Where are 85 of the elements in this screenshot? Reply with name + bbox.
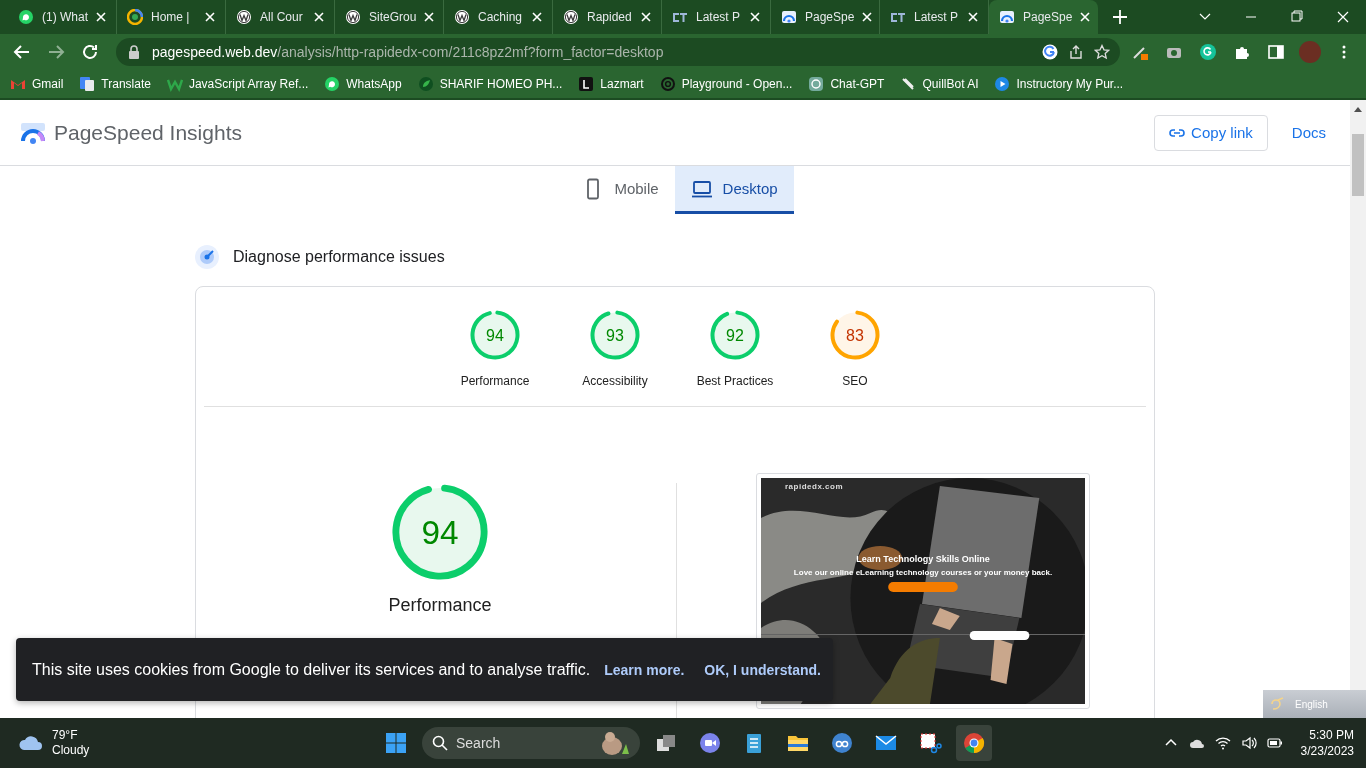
score-label: Performance xyxy=(388,595,492,616)
reload-icon[interactable] xyxy=(81,43,99,61)
zigzag-circle-icon xyxy=(563,9,579,25)
bookmark-link[interactable]: Instructory My Pur... xyxy=(1016,77,1124,91)
bookmark-link[interactable]: Translate xyxy=(101,77,151,91)
score-gauge: 94 xyxy=(391,483,489,581)
gauge-icon xyxy=(999,9,1015,25)
bookmark-link[interactable]: Lazmart xyxy=(600,77,644,91)
score-label: Performance xyxy=(460,374,530,388)
temperature: 79°F xyxy=(52,728,79,743)
close-icon[interactable] xyxy=(205,12,215,22)
score-label: Best Practices xyxy=(696,374,774,388)
zigzag-circle-icon xyxy=(236,9,252,25)
zigzag-circle-icon xyxy=(345,9,361,25)
script-glyph-icon xyxy=(1269,696,1285,712)
close-icon[interactable] xyxy=(532,12,542,22)
close-icon[interactable] xyxy=(96,12,106,22)
bookmark-link[interactable]: Gmail xyxy=(32,77,64,91)
zigzag-circle-icon xyxy=(454,9,470,25)
target-icon xyxy=(195,245,219,269)
bookmark-link[interactable]: WhatsApp xyxy=(346,77,402,91)
app-title: PageSpeed Insights xyxy=(54,120,242,145)
bookmark-link[interactable]: Chat-GPT xyxy=(830,77,885,91)
close-icon[interactable] xyxy=(750,12,760,22)
chat-bubble-icon xyxy=(18,9,34,25)
scroll-up-icon[interactable] xyxy=(1354,106,1362,112)
translate-icon xyxy=(79,76,96,92)
square-icon xyxy=(578,76,595,92)
learn-more-link[interactable]: Learn more. xyxy=(604,661,685,678)
chrome-icon[interactable] xyxy=(962,731,986,755)
play-icon xyxy=(994,76,1011,92)
device-tab[interactable]: Mobile xyxy=(566,166,675,214)
ok-button[interactable]: OK, I understand. xyxy=(698,661,821,678)
search-icon xyxy=(432,735,448,751)
score-label: Accessibility xyxy=(582,374,648,388)
score-gauge: 93 xyxy=(590,310,640,360)
site-logo: rapidedx.com xyxy=(785,482,843,491)
clock[interactable]: 5:30 PM 3/23/2023 xyxy=(1300,727,1354,759)
leaf-icon xyxy=(417,76,434,92)
google-icon[interactable] xyxy=(1042,44,1058,60)
lock-icon xyxy=(126,44,142,60)
score-gauge: 94 xyxy=(470,310,520,360)
plus-icon[interactable] xyxy=(1112,9,1128,25)
close-icon[interactable] xyxy=(314,12,324,22)
browser-tab[interactable]: PageSpe xyxy=(989,0,1098,34)
forward-arrow-icon[interactable] xyxy=(47,43,65,61)
close-icon[interactable] xyxy=(1080,12,1091,22)
share-icon[interactable] xyxy=(1068,44,1084,60)
cloud-icon xyxy=(18,733,44,753)
section-title: Diagnose performance issues xyxy=(233,248,445,266)
animal-drawing xyxy=(600,730,630,756)
score-gauge: 92 xyxy=(710,310,760,360)
back-arrow-icon[interactable] xyxy=(13,43,31,61)
bookmark-link[interactable]: QuillBot AI xyxy=(922,77,979,91)
address-bar[interactable]: pagespeed.web.dev/analysis/http-rapidedx-com/211c8pz2mf?form_factor=desktop xyxy=(116,38,1120,66)
gauge-icon xyxy=(781,9,797,25)
weather-condition: Cloudy xyxy=(52,743,90,758)
score-label: SEO xyxy=(842,374,868,388)
bookmark-link[interactable]: JavaScript Array Ref... xyxy=(188,77,309,91)
bookmark-link[interactable]: SHARIF HOMEO PH... xyxy=(439,77,563,91)
close-icon[interactable] xyxy=(641,12,651,22)
wifi-icon[interactable] xyxy=(1214,735,1231,751)
docs-link[interactable]: Docs xyxy=(1291,124,1326,141)
star-icon[interactable] xyxy=(1094,44,1110,60)
cookie-message: This site uses cookies from Google to deliver its services and to analyse traffic. xyxy=(32,660,591,679)
score-gauge: 83 xyxy=(830,310,880,360)
snipping-tool-icon[interactable] xyxy=(918,731,942,755)
bookmark-link[interactable]: Playground - Open... xyxy=(681,77,793,91)
windows-icon[interactable] xyxy=(384,731,408,755)
scrollbar-thumb[interactable] xyxy=(1352,134,1364,196)
close-icon[interactable] xyxy=(968,12,978,22)
device-tab[interactable]: Desktop xyxy=(674,166,794,214)
battery-icon[interactable] xyxy=(1266,735,1283,751)
swirl-icon xyxy=(127,9,143,25)
close-icon[interactable] xyxy=(862,12,873,22)
copy-link-button[interactable]: Copy link xyxy=(1154,114,1268,151)
chat-bubble-icon xyxy=(324,76,341,92)
video-chat-icon[interactable] xyxy=(698,731,722,755)
g-circle-icon[interactable] xyxy=(1199,43,1217,61)
search-field[interactable]: Search xyxy=(422,727,640,759)
speaker-icon[interactable] xyxy=(1240,735,1257,751)
hero-heading: Learn Technology Skills Online xyxy=(855,554,991,564)
close-icon[interactable] xyxy=(424,12,435,22)
url-text: pagespeed.web.dev/analysis/http-rapidedx-com/211c8pz2mf?form_factor=desktop xyxy=(152,44,665,60)
side-panel-icon[interactable] xyxy=(1267,43,1285,61)
